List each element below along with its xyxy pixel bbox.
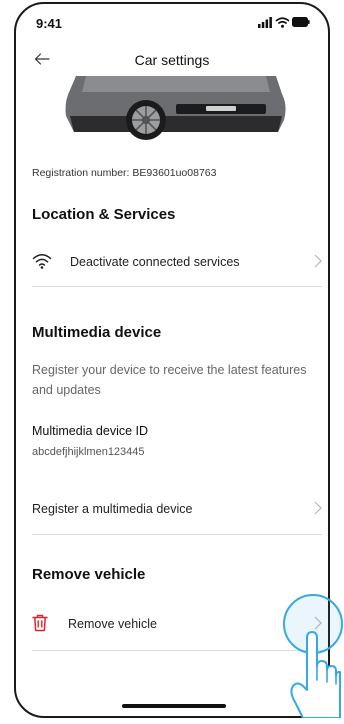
signal-icon (258, 17, 272, 28)
status-time: 9:41 (36, 16, 63, 31)
deactivate-connected-services-row[interactable]: Deactivate connected services (32, 242, 322, 282)
car-image (65, 76, 286, 140)
multimedia-device-id-label: Multimedia device ID (32, 424, 149, 438)
remove-vehicle-row[interactable]: Remove vehicle (32, 604, 322, 644)
register-multimedia-device-row[interactable]: Register a multimedia device (32, 489, 322, 529)
section-title-remove-vehicle: Remove vehicle (32, 566, 146, 583)
chevron-right-icon (314, 254, 322, 268)
multimedia-device-id-value: abcdefjhijklmen123445 (32, 446, 145, 458)
nav-bar: Car settings (16, 44, 328, 74)
chevron-right-icon (314, 501, 322, 515)
section-title-location-services: Location & Services (32, 206, 176, 223)
trash-icon (32, 614, 48, 632)
section-title-multimedia-device: Multimedia device (32, 324, 162, 341)
divider (32, 534, 322, 535)
remove-vehicle-label: Remove vehicle (68, 617, 157, 631)
wifi-icon (32, 254, 52, 269)
divider (32, 286, 322, 287)
register-multimedia-device-label: Register a multimedia device (32, 502, 193, 516)
pointing-hand-icon (290, 631, 341, 718)
deactivate-connected-services-label: Deactivate connected services (70, 255, 240, 269)
battery-icon (292, 17, 310, 27)
home-indicator (122, 704, 226, 708)
page-title: Car settings (134, 52, 210, 68)
multimedia-description: Register your device to receive the late… (32, 363, 307, 397)
divider (32, 650, 322, 651)
wifi-icon (275, 17, 290, 28)
registration-number: Registration number: BE93601uo08763 (32, 167, 217, 179)
status-bar: 9:41 (16, 4, 328, 38)
phone-frame: 9:41 Car settings Registration number: B… (14, 2, 330, 718)
